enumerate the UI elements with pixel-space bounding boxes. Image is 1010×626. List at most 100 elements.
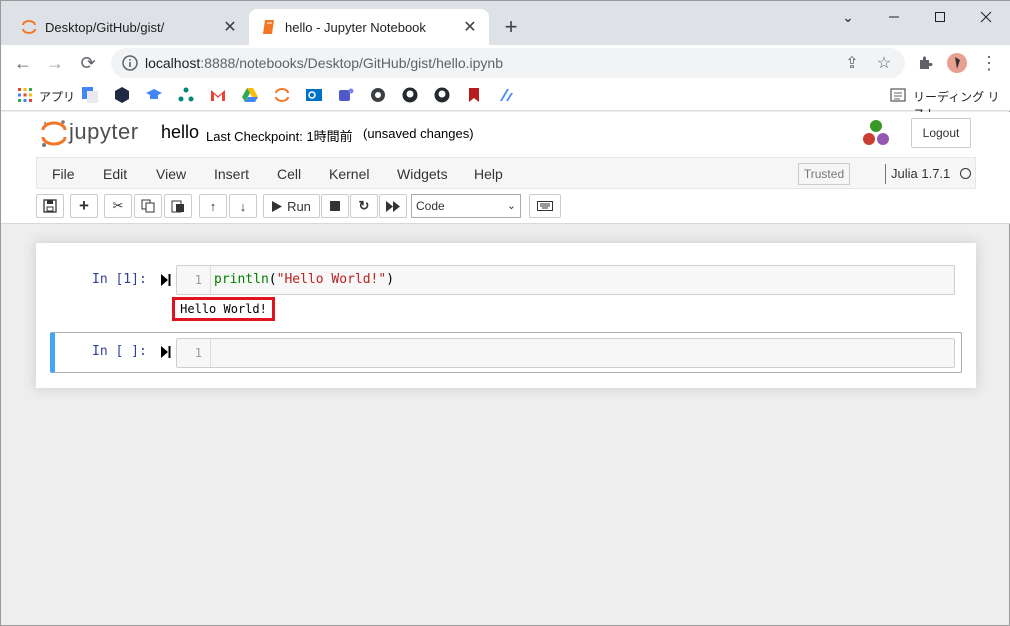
share-icon[interactable]: ⇪ — [843, 54, 861, 72]
menu-help[interactable]: Help — [474, 166, 503, 182]
copy-icon — [141, 199, 155, 213]
window-close-button[interactable] — [963, 1, 1009, 33]
unsaved-status: (unsaved changes) — [363, 126, 474, 141]
move-down-button[interactable]: ↓ — [229, 194, 257, 218]
restart-icon: ↻ — [358, 198, 370, 213]
kernel-idle-indicator-icon — [960, 168, 971, 179]
menu-insert[interactable]: Insert — [214, 166, 249, 182]
run-label: Run — [287, 198, 311, 214]
minimize-button[interactable] — [871, 1, 917, 33]
bookmark-cube-icon[interactable] — [113, 86, 131, 104]
cell-output: Hello World! — [172, 297, 275, 321]
insert-cell-button[interactable]: + — [70, 194, 98, 218]
trusted-indicator[interactable]: Trusted — [798, 163, 850, 185]
globe-icon[interactable] — [369, 86, 387, 104]
run-button[interactable]: Run — [263, 194, 320, 218]
title-bar: Desktop/GitHub/gist/ ✕ hello - Jupyter N… — [1, 1, 1010, 45]
menu-view[interactable]: View — [156, 166, 186, 182]
new-tab-button[interactable]: + — [499, 14, 523, 39]
cut-button[interactable]: ✂ — [104, 194, 132, 218]
logout-button[interactable]: Logout — [911, 118, 971, 148]
close-icon[interactable]: ✕ — [459, 16, 481, 38]
arrow-down-icon: ↓ — [239, 198, 247, 214]
maximize-button[interactable] — [917, 1, 963, 33]
paste-button[interactable] — [164, 194, 192, 218]
kernel-divider — [885, 164, 886, 184]
google-drive-icon[interactable] — [241, 86, 259, 104]
keyboard-icon — [537, 201, 553, 211]
menu-kernel[interactable]: Kernel — [329, 166, 369, 182]
fast-forward-icon — [386, 200, 400, 212]
url-host: localhost — [145, 55, 201, 71]
code-paren-open: ( — [268, 272, 277, 287]
tab-hello-notebook[interactable]: hello - Jupyter Notebook ✕ — [249, 9, 489, 45]
jupyter-header: jupyter hello Last Checkpoint: 1時間前 (uns… — [1, 112, 1010, 224]
forward-arrow-icon[interactable]: → — [43, 51, 67, 75]
command-palette-button[interactable] — [529, 194, 561, 218]
github-icon[interactable] — [433, 86, 451, 104]
browser-toolbar: ← → ⟳ localhost:8888/notebooks/Desktop/G… — [1, 45, 1010, 81]
stop-icon — [330, 201, 340, 211]
julia-kernel-logo-icon — [863, 120, 889, 145]
jupyter-bookmark-icon[interactable] — [273, 86, 291, 104]
line-number: 1 — [177, 339, 211, 367]
menu-edit[interactable]: Edit — [103, 166, 127, 182]
outlook-icon[interactable] — [305, 86, 323, 104]
code-string: "Hello World!" — [276, 272, 387, 287]
bookmarks-bar: アプリ リーディング リスト — [1, 81, 1010, 121]
extensions-puzzle-icon[interactable] — [913, 51, 937, 75]
input-prompt: In [1]: — [92, 272, 147, 287]
save-icon — [43, 199, 57, 213]
jupyter-logo-icon[interactable] — [39, 118, 69, 148]
plus-icon: + — [79, 196, 89, 215]
scissors-icon: ✂ — [112, 198, 124, 213]
cell-type-select[interactable]: Code ⌄ — [411, 194, 521, 218]
menu-widgets[interactable]: Widgets — [397, 166, 448, 182]
google-translate-icon[interactable] — [81, 86, 99, 104]
close-icon[interactable]: ✕ — [219, 16, 241, 38]
tab-search-chevron-icon[interactable]: ⌄ — [825, 1, 871, 33]
apps-grid-icon[interactable] — [16, 86, 34, 104]
code-function: println — [214, 272, 269, 287]
kernel-name[interactable]: Julia 1.7.1 — [891, 166, 950, 181]
cell-type-value: Code — [416, 199, 445, 213]
tab-title: Desktop/GitHub/gist/ — [45, 19, 165, 35]
github-icon[interactable] — [401, 86, 419, 104]
code-editor[interactable]: 1 — [176, 338, 955, 368]
restart-button[interactable]: ↻ — [350, 194, 378, 218]
back-arrow-icon[interactable]: ← — [11, 51, 35, 75]
move-up-button[interactable]: ↑ — [199, 194, 227, 218]
slash-app-icon[interactable] — [497, 86, 515, 104]
restart-run-all-button[interactable] — [379, 194, 407, 218]
chevron-down-icon: ⌄ — [506, 200, 516, 212]
notebook-name[interactable]: hello — [161, 122, 199, 143]
kebab-menu-icon[interactable]: ⋮ — [977, 51, 1001, 75]
menu-cell[interactable]: Cell — [277, 166, 301, 182]
interrupt-button[interactable] — [321, 194, 349, 218]
reload-icon[interactable]: ⟳ — [76, 51, 100, 75]
teams-icon[interactable] — [337, 86, 355, 104]
red-bookmark-icon[interactable] — [465, 86, 483, 104]
url-text: localhost:8888/notebooks/Desktop/GitHub/… — [145, 55, 503, 71]
gmail-icon[interactable] — [209, 86, 227, 104]
bookmark-star-icon[interactable]: ☆ — [875, 54, 893, 72]
run-cell-icon[interactable] — [161, 346, 171, 358]
code-editor[interactable]: 1 println("Hello World!") — [176, 265, 955, 295]
apps-bookmark-label[interactable]: アプリ — [39, 88, 75, 105]
jupyter-logo-text[interactable]: jupyter — [69, 119, 139, 145]
copy-button[interactable] — [134, 194, 162, 218]
code-text: println("Hello World!") — [214, 272, 394, 287]
save-button[interactable] — [36, 194, 64, 218]
graduation-cap-icon[interactable] — [145, 86, 163, 104]
reading-list-icon[interactable] — [889, 86, 907, 104]
menu-file[interactable]: File — [52, 166, 75, 182]
code-paren-close: ) — [386, 272, 395, 287]
molecule-icon[interactable] — [177, 86, 195, 104]
browser-window: Desktop/GitHub/gist/ ✕ hello - Jupyter N… — [0, 0, 1010, 626]
site-info-icon[interactable] — [121, 54, 139, 72]
address-bar[interactable]: localhost:8888/notebooks/Desktop/GitHub/… — [111, 48, 905, 78]
tab-desktop-gist[interactable]: Desktop/GitHub/gist/ ✕ — [9, 9, 249, 45]
jupyter-favicon-icon — [22, 20, 36, 34]
profile-avatar[interactable] — [945, 51, 969, 75]
run-cell-icon[interactable] — [161, 274, 171, 286]
